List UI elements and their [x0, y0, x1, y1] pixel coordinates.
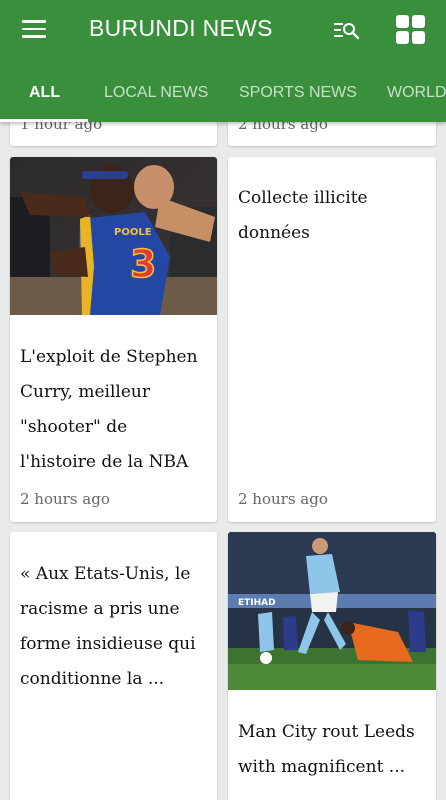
- news-card[interactable]: Collecte illicite données 2 hours ago: [228, 157, 436, 522]
- tab-world[interactable]: WORLD: [387, 84, 446, 102]
- card-title: L'exploit de Stephen Curry, meilleur "sh…: [20, 347, 198, 472]
- svg-text:3: 3: [130, 242, 156, 286]
- search-list-icon[interactable]: [333, 18, 361, 42]
- app-title: BURUNDI NEWS: [89, 15, 273, 41]
- tab-all[interactable]: ALL: [29, 84, 60, 102]
- news-card[interactable]: POOLE 3 L'exploit de Stephen Curry, meil…: [10, 157, 217, 522]
- card-time: 2 hours ago: [20, 490, 110, 508]
- svg-text:POOLE: POOLE: [114, 227, 152, 238]
- tab-sports-news[interactable]: SPORTS NEWS: [239, 84, 357, 102]
- category-tabs: ALL LOCAL NEWS SPORTS NEWS WORLD: [0, 72, 446, 122]
- basketball-image: POOLE 3: [10, 157, 217, 315]
- news-card[interactable]: ETIHAD Man City rout Leeds with magnific…: [228, 532, 436, 800]
- news-card[interactable]: « Aux Etats-Unis, le racisme a pris une …: [10, 532, 217, 800]
- app-bar: BURUNDI NEWS ALL LOCAL NEWS SPORTS NEWS …: [0, 0, 446, 122]
- football-image: ETIHAD: [228, 532, 436, 690]
- card-time: 2 hours ago: [238, 490, 328, 508]
- tab-indicator: [0, 119, 88, 122]
- card-title: « Aux Etats-Unis, le racisme a pris une …: [20, 564, 196, 689]
- menu-icon[interactable]: [22, 20, 46, 40]
- card-title: Man City rout Leeds with magnificent ...: [238, 722, 415, 777]
- tab-local-news[interactable]: LOCAL NEWS: [104, 84, 208, 102]
- svg-text:ETIHAD: ETIHAD: [238, 598, 276, 608]
- grid-icon[interactable]: [395, 14, 427, 46]
- card-title: Collecte illicite données: [238, 188, 368, 243]
